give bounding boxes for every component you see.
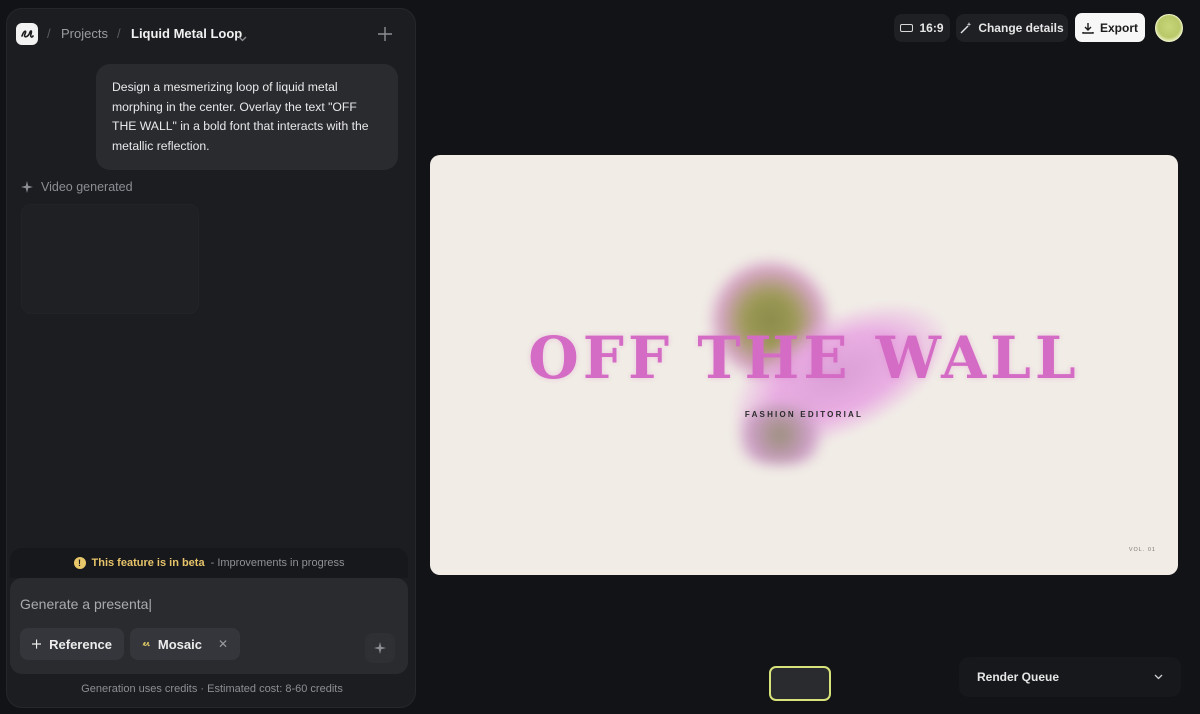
breadcrumb-current-project[interactable]: Liquid Metal Loop xyxy=(131,26,242,41)
video-status-label: Video generated xyxy=(41,180,133,194)
new-project-plus-icon[interactable] xyxy=(375,24,395,44)
aspect-ratio-icon xyxy=(900,24,914,32)
cost-note: Generation uses credits · Estimated cost… xyxy=(81,683,343,695)
chat-panel: / Projects / Liquid Metal Loop Design a … xyxy=(6,8,416,708)
magic-wand-icon xyxy=(960,22,972,34)
sparkle-icon xyxy=(21,181,33,193)
video-status: Video generated xyxy=(21,180,133,194)
aspect-ratio-label: 16:9 xyxy=(919,21,944,35)
breadcrumb-projects[interactable]: Projects xyxy=(61,26,108,41)
chevron-down-icon[interactable] xyxy=(238,29,247,47)
logo-icon[interactable] xyxy=(16,23,38,45)
close-icon[interactable]: ✕ xyxy=(218,637,228,651)
enhance-prompt-button[interactable] xyxy=(365,633,395,663)
beta-notice: ! This feature is in beta - Improvements… xyxy=(10,548,408,578)
header-bar: / Projects / Liquid Metal Loop xyxy=(7,9,415,57)
download-icon xyxy=(1082,22,1094,34)
warning-icon: ! xyxy=(73,557,86,569)
beta-notice-strong: This feature is in beta xyxy=(91,557,205,569)
export-label: Export xyxy=(1099,20,1138,35)
video-preview-canvas[interactable]: OFF THE WALL FASHION EDITORIAL VOL. 01 xyxy=(430,155,1178,575)
chevron-down-icon xyxy=(1154,674,1163,680)
video-thumbnail[interactable] xyxy=(21,204,199,314)
breadcrumb-separator: / xyxy=(117,26,121,41)
app-root: / Projects / Liquid Metal Loop Design a … xyxy=(0,0,1200,714)
preview-volume: VOL. 01 xyxy=(1128,547,1156,553)
preview-subtitle: FASHION EDITORIAL xyxy=(744,410,864,419)
render-queue-label: Render Queue xyxy=(977,670,1060,684)
beta-notice-rest: - Improvements in progress xyxy=(210,557,345,569)
mosaic-chip[interactable]: Mosaic ✕ xyxy=(130,628,240,660)
prompt-input[interactable] xyxy=(20,594,390,614)
reference-label: Reference xyxy=(49,636,112,652)
reference-button[interactable]: Reference xyxy=(20,628,124,660)
preview-title: OFF THE WALL xyxy=(528,324,1080,392)
change-details-label: Change details xyxy=(978,21,1064,35)
plus-icon xyxy=(32,639,42,649)
render-queue-dropdown[interactable]: Render Queue xyxy=(959,657,1181,697)
avatar[interactable] xyxy=(1155,14,1183,42)
composer: Reference Mosaic ✕ xyxy=(10,578,408,674)
sparkle-icon xyxy=(374,642,386,654)
aspect-ratio-button[interactable]: 16:9 xyxy=(894,14,950,42)
export-button[interactable]: Export xyxy=(1075,13,1145,42)
breadcrumb-separator: / xyxy=(47,26,51,41)
mosaic-label: Mosaic xyxy=(157,636,202,652)
mosaic-icon xyxy=(142,641,150,647)
change-details-button[interactable]: Change details xyxy=(956,14,1068,42)
user-prompt-message: Design a mesmerizing loop of liquid meta… xyxy=(96,64,398,170)
timeline-clip-thumbnail[interactable] xyxy=(769,666,831,701)
